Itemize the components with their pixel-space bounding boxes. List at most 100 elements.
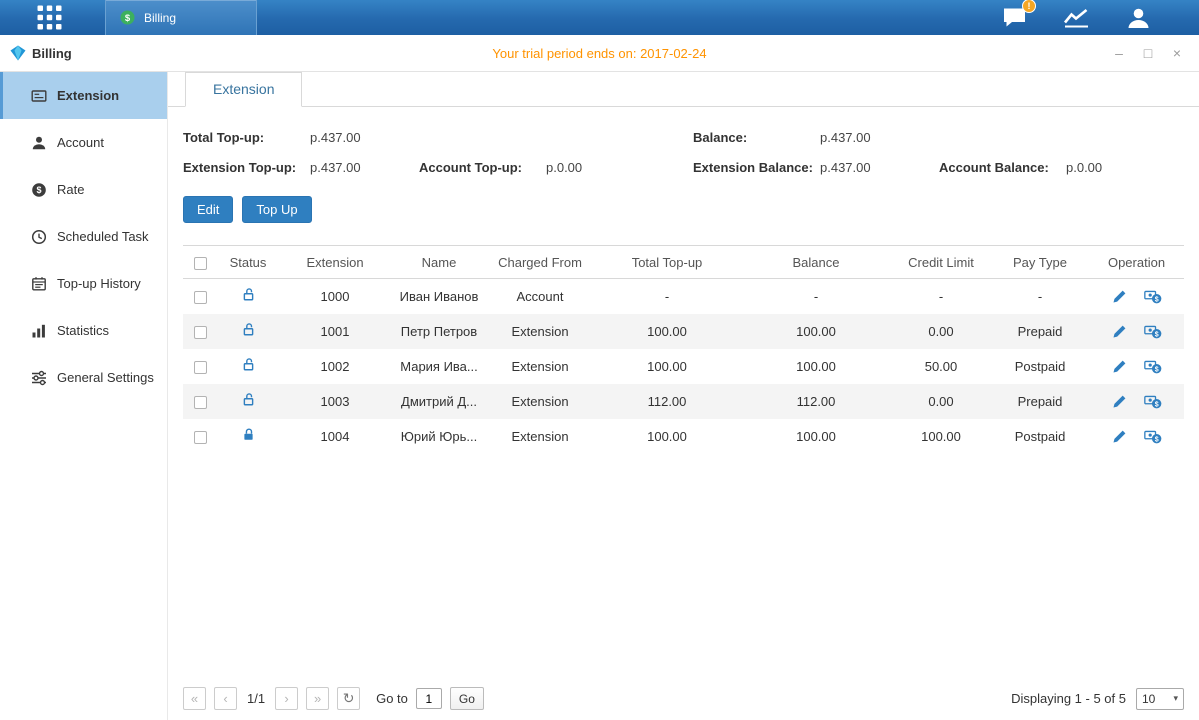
table-row: 1000 Иван Иванов Account - - - - $ [183,279,1184,314]
displaying-text: Displaying 1 - 5 of 5 [1011,691,1126,706]
top-up-icon[interactable]: $ [1144,394,1162,409]
tab-bar: Extension [168,72,1199,107]
app-launcher-grid-icon[interactable] [36,4,63,31]
col-credit-limit: Credit Limit [891,246,991,279]
last-page-icon[interactable]: » [306,687,329,710]
row-checkbox[interactable] [194,396,207,409]
close-icon[interactable]: × [1168,44,1186,62]
cell-credit-limit: 100.00 [891,419,991,454]
window-title: Billing [0,45,72,61]
summary-label: Account Top-up: [419,160,546,175]
col-name: Name [391,246,487,279]
cell-charged-from: Extension [487,314,593,349]
top-up-icon[interactable]: $ [1144,359,1162,374]
summary-label: Account Balance: [939,160,1066,175]
calendar-icon [30,276,47,292]
summary-label: Total Top-up: [183,130,310,145]
sidebar-item-extension[interactable]: Extension [0,72,167,119]
statistics-monitor-icon[interactable] [1063,7,1090,29]
sidebar-item-label: Scheduled Task [57,229,149,244]
sliders-icon [30,370,47,386]
col-operation: Operation [1089,246,1184,279]
cell-select [183,349,217,384]
cell-operation: $ [1089,314,1184,349]
table-row: 1002 Мария Ива... Extension 100.00 100.0… [183,349,1184,384]
top-up-icon[interactable]: $ [1144,324,1162,339]
content-area: Total Top-up:p.437.00 Balance:p.437.00 E… [168,107,1199,720]
svg-text:$: $ [1154,436,1158,443]
goto-page-input[interactable] [416,688,442,709]
refresh-icon[interactable]: ↻ [337,687,360,710]
table-header-row: Status Extension Name Charged From Total… [183,246,1184,279]
sidebar-item-rate[interactable]: $ Rate [0,166,167,213]
go-button[interactable]: Go [450,687,484,710]
row-checkbox[interactable] [194,361,207,374]
bar-chart-icon [30,323,47,339]
cell-pay-type: Postpaid [991,419,1089,454]
row-checkbox[interactable] [194,326,207,339]
cell-extension: 1000 [279,279,391,314]
next-page-icon[interactable]: › [275,687,298,710]
tab-extension[interactable]: Extension [185,72,302,107]
summary-value: p.0.00 [546,160,582,175]
edit-icon[interactable] [1112,394,1127,409]
prev-page-icon[interactable]: ‹ [214,687,237,710]
cell-credit-limit: - [891,279,991,314]
cell-total-topup: 112.00 [593,384,741,419]
extension-card-icon [30,88,47,104]
sidebar-item-statistics[interactable]: Statistics [0,307,167,354]
sidebar-item-general-settings[interactable]: General Settings [0,354,167,401]
cell-balance: - [741,279,891,314]
top-up-icon[interactable]: $ [1144,289,1162,304]
select-all-checkbox[interactable] [194,257,207,270]
page-indicator: 1/1 [247,691,265,706]
cell-balance: 100.00 [741,419,891,454]
maximize-icon[interactable]: □ [1139,44,1157,62]
sidebar-item-account[interactable]: Account [0,119,167,166]
clock-icon [30,229,47,245]
cell-charged-from: Extension [487,349,593,384]
cell-charged-from: Account [487,279,593,314]
trial-notice: Your trial period ends on: 2017-02-24 [0,46,1199,61]
user-account-icon[interactable] [1126,6,1151,30]
sidebar-item-topup-history[interactable]: Top-up History [0,260,167,307]
messages-icon[interactable]: ! [1002,6,1027,29]
lock-status-icon[interactable] [241,427,256,442]
edit-icon[interactable] [1112,429,1127,444]
summary-panel: Total Top-up:p.437.00 Balance:p.437.00 E… [183,130,1184,175]
cell-name: Дмитрий Д... [391,384,487,419]
first-page-icon[interactable]: « [183,687,206,710]
summary-value: p.437.00 [310,160,361,175]
edit-icon[interactable] [1112,289,1127,304]
edit-icon[interactable] [1112,324,1127,339]
sidebar: Extension Account $ Rate Scheduled Task [0,72,168,720]
window-title-bar: Billing Your trial period ends on: 2017-… [0,35,1199,72]
row-checkbox[interactable] [194,431,207,444]
lock-status-icon[interactable] [241,392,256,407]
select-all-cell [183,246,217,279]
cell-pay-type: Prepaid [991,384,1089,419]
lock-status-icon[interactable] [241,287,256,302]
top-up-icon[interactable]: $ [1144,429,1162,444]
sidebar-item-label: Extension [57,88,119,103]
page-size-select[interactable]: 10 ▾ [1136,688,1184,710]
cell-pay-type: Prepaid [991,314,1089,349]
summary-label: Balance: [693,130,820,145]
pagination-right: Displaying 1 - 5 of 5 10 ▾ [1011,688,1184,710]
billing-app-tab[interactable]: $ Billing [105,0,257,35]
cell-name: Мария Ива... [391,349,487,384]
lock-status-icon[interactable] [241,357,256,372]
topbar-right-icons: ! [1002,6,1199,30]
lock-status-icon[interactable] [241,322,256,337]
row-checkbox[interactable] [194,291,207,304]
minimize-icon[interactable]: – [1110,44,1128,62]
edit-icon[interactable] [1112,359,1127,374]
table-row: 1003 Дмитрий Д... Extension 112.00 112.0… [183,384,1184,419]
svg-text:$: $ [1154,366,1158,373]
edit-button[interactable]: Edit [183,196,233,223]
sidebar-item-label: Statistics [57,323,109,338]
cell-credit-limit: 0.00 [891,314,991,349]
svg-text:$: $ [1154,296,1158,303]
top-up-button[interactable]: Top Up [242,196,311,223]
sidebar-item-scheduled-task[interactable]: Scheduled Task [0,213,167,260]
